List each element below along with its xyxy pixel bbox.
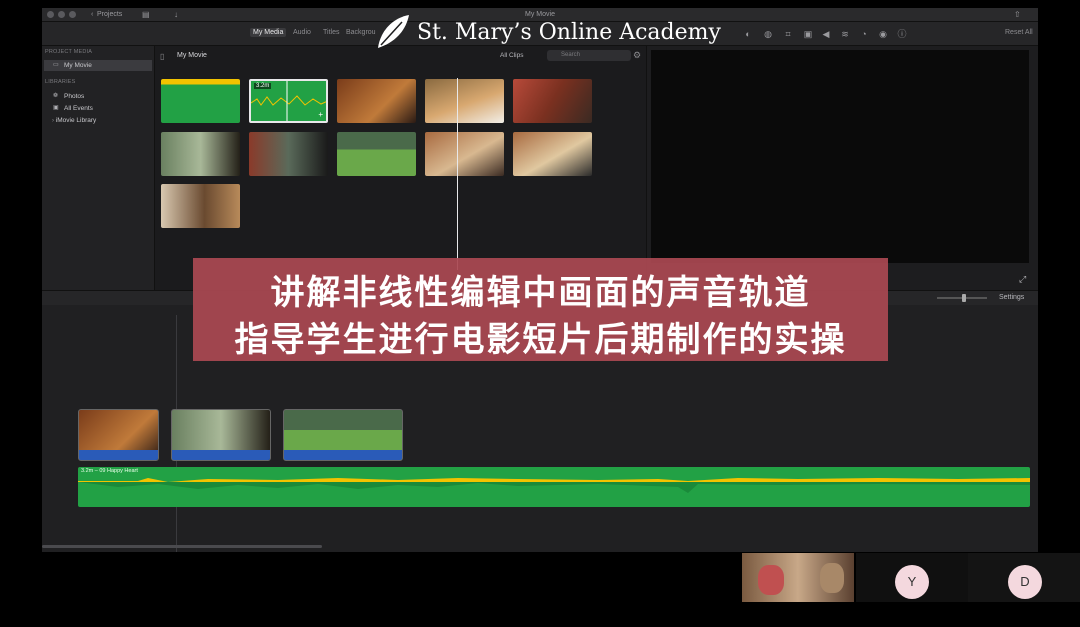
sidebar-item-label: All Events bbox=[64, 105, 93, 112]
timeline-scrollbar[interactable] bbox=[42, 545, 322, 548]
media-clip-thumbnail[interactable] bbox=[425, 132, 504, 176]
timeline-video-clip[interactable] bbox=[78, 409, 159, 461]
music-waveform bbox=[78, 478, 1030, 493]
media-clip-thumbnail[interactable] bbox=[337, 132, 416, 176]
sidebar-item-label: iMovie Library bbox=[55, 117, 97, 124]
libraries-sidebar: PROJECT MEDIA ▭ My Movie LIBRARIES ❁ Pho… bbox=[42, 46, 154, 290]
tab-audio[interactable]: Audio bbox=[290, 28, 314, 37]
participant-tile[interactable]: Y bbox=[856, 553, 968, 602]
noise-reduction-icon[interactable]: ≋ bbox=[839, 28, 851, 40]
clip-audio-waveform bbox=[172, 450, 270, 460]
tab-titles[interactable]: Titles bbox=[320, 28, 342, 37]
timeline-settings-button[interactable]: Settings bbox=[999, 294, 1024, 301]
media-clip-thumbnail[interactable] bbox=[337, 79, 416, 123]
add-clip-icon[interactable]: + bbox=[318, 110, 323, 119]
media-clip-thumbnail[interactable] bbox=[513, 79, 592, 123]
sidebar-item-imovie-library[interactable]: › iMovie Library bbox=[44, 115, 152, 126]
sidebar-toggle-icon[interactable]: ▯ bbox=[160, 52, 164, 61]
info-icon[interactable]: ⓘ bbox=[896, 28, 908, 40]
participant-tile[interactable]: D bbox=[968, 553, 1080, 602]
media-clip-thumbnail-selected[interactable]: 3.2m + bbox=[249, 79, 328, 123]
project-media-heading: PROJECT MEDIA bbox=[45, 49, 93, 55]
color-correction-icon[interactable]: ◍ bbox=[762, 28, 774, 40]
clip-audio-waveform bbox=[79, 450, 158, 460]
participant-avatar bbox=[820, 563, 844, 593]
all-clips-dropdown[interactable]: All Clips bbox=[500, 52, 523, 59]
stabilization-icon[interactable]: ▣ bbox=[802, 28, 814, 40]
clip-audio-waveform bbox=[284, 450, 402, 460]
media-clip-thumbnail[interactable] bbox=[161, 132, 240, 176]
search-placeholder: Search bbox=[561, 52, 581, 58]
participant-initial: D bbox=[1008, 565, 1042, 599]
sidebar-item-photos[interactable]: ❁ Photos bbox=[44, 91, 152, 102]
libraries-heading: LIBRARIES bbox=[45, 79, 76, 85]
crop-icon[interactable]: ⌗ bbox=[782, 28, 794, 40]
preview-screen bbox=[651, 50, 1029, 263]
color-balance-icon[interactable]: ◐ bbox=[742, 28, 754, 40]
share-icon[interactable]: ⇧ bbox=[1014, 8, 1021, 22]
clip-filter-icon[interactable]: ◉ bbox=[877, 28, 889, 40]
disclosure-arrow-icon[interactable]: › bbox=[52, 118, 54, 124]
tab-my-media[interactable]: My Media bbox=[250, 28, 287, 37]
timeline-video-clip[interactable] bbox=[283, 409, 403, 461]
caption-line-2: 指导学生进行电影短片后期制作的实操 bbox=[234, 320, 847, 360]
sidebar-item-label: Photos bbox=[64, 93, 85, 100]
fullscreen-icon[interactable]: ⤢ bbox=[1019, 274, 1026, 285]
media-clip-thumbnail[interactable] bbox=[513, 132, 592, 176]
media-browser: ▯ My Movie All Clips Search ⚙ 3.2m + bbox=[154, 46, 646, 290]
timeline-video-clip[interactable] bbox=[171, 409, 271, 461]
sidebar-item-all-events[interactable]: ▣ All Events bbox=[44, 103, 152, 114]
participant-video-tile[interactable] bbox=[742, 553, 854, 602]
sidebar-item-my-movie[interactable]: ▭ My Movie bbox=[44, 60, 152, 71]
caption-overlay: 讲解非线性编辑中画面的声音轨道 指导学生进行电影短片后期制作的实操 bbox=[193, 258, 888, 361]
watermark-text: St. Mary’s Online Academy bbox=[417, 20, 721, 45]
sidebar-item-label: My Movie bbox=[64, 62, 92, 69]
participant-avatar bbox=[758, 565, 784, 595]
media-clip-thumbnail[interactable] bbox=[161, 184, 240, 228]
browser-title: My Movie bbox=[177, 52, 207, 59]
media-clip-thumbnail[interactable] bbox=[161, 79, 240, 123]
speed-icon[interactable]: ◔ bbox=[858, 28, 870, 40]
media-clip-thumbnail[interactable] bbox=[425, 79, 504, 123]
viewer-panel: ⤢ bbox=[646, 46, 1038, 290]
academy-watermark: St. Mary’s Online Academy bbox=[372, 12, 721, 52]
reset-all-button[interactable]: Reset All bbox=[1002, 28, 1036, 37]
screen: ‹ Projects ▤ ↓ My Movie ⇧ My Media Audio… bbox=[0, 0, 1080, 627]
photos-icon: ❁ bbox=[53, 93, 59, 99]
audio-waveform bbox=[251, 81, 326, 121]
volume-icon[interactable]: ◀ bbox=[820, 28, 832, 40]
film-icon: ▭ bbox=[53, 62, 59, 68]
caption-line-1: 讲解非线性编辑中画面的声音轨道 bbox=[270, 273, 811, 313]
background-music-track[interactable]: 3.2m – 09 Happy Heart bbox=[78, 467, 1030, 507]
participant-initial: Y bbox=[895, 565, 929, 599]
events-icon: ▣ bbox=[53, 105, 59, 111]
media-clip-thumbnail[interactable] bbox=[249, 132, 328, 176]
zoom-slider-knob[interactable] bbox=[962, 294, 966, 302]
feather-logo-icon bbox=[378, 15, 409, 48]
playhead[interactable] bbox=[457, 78, 458, 270]
